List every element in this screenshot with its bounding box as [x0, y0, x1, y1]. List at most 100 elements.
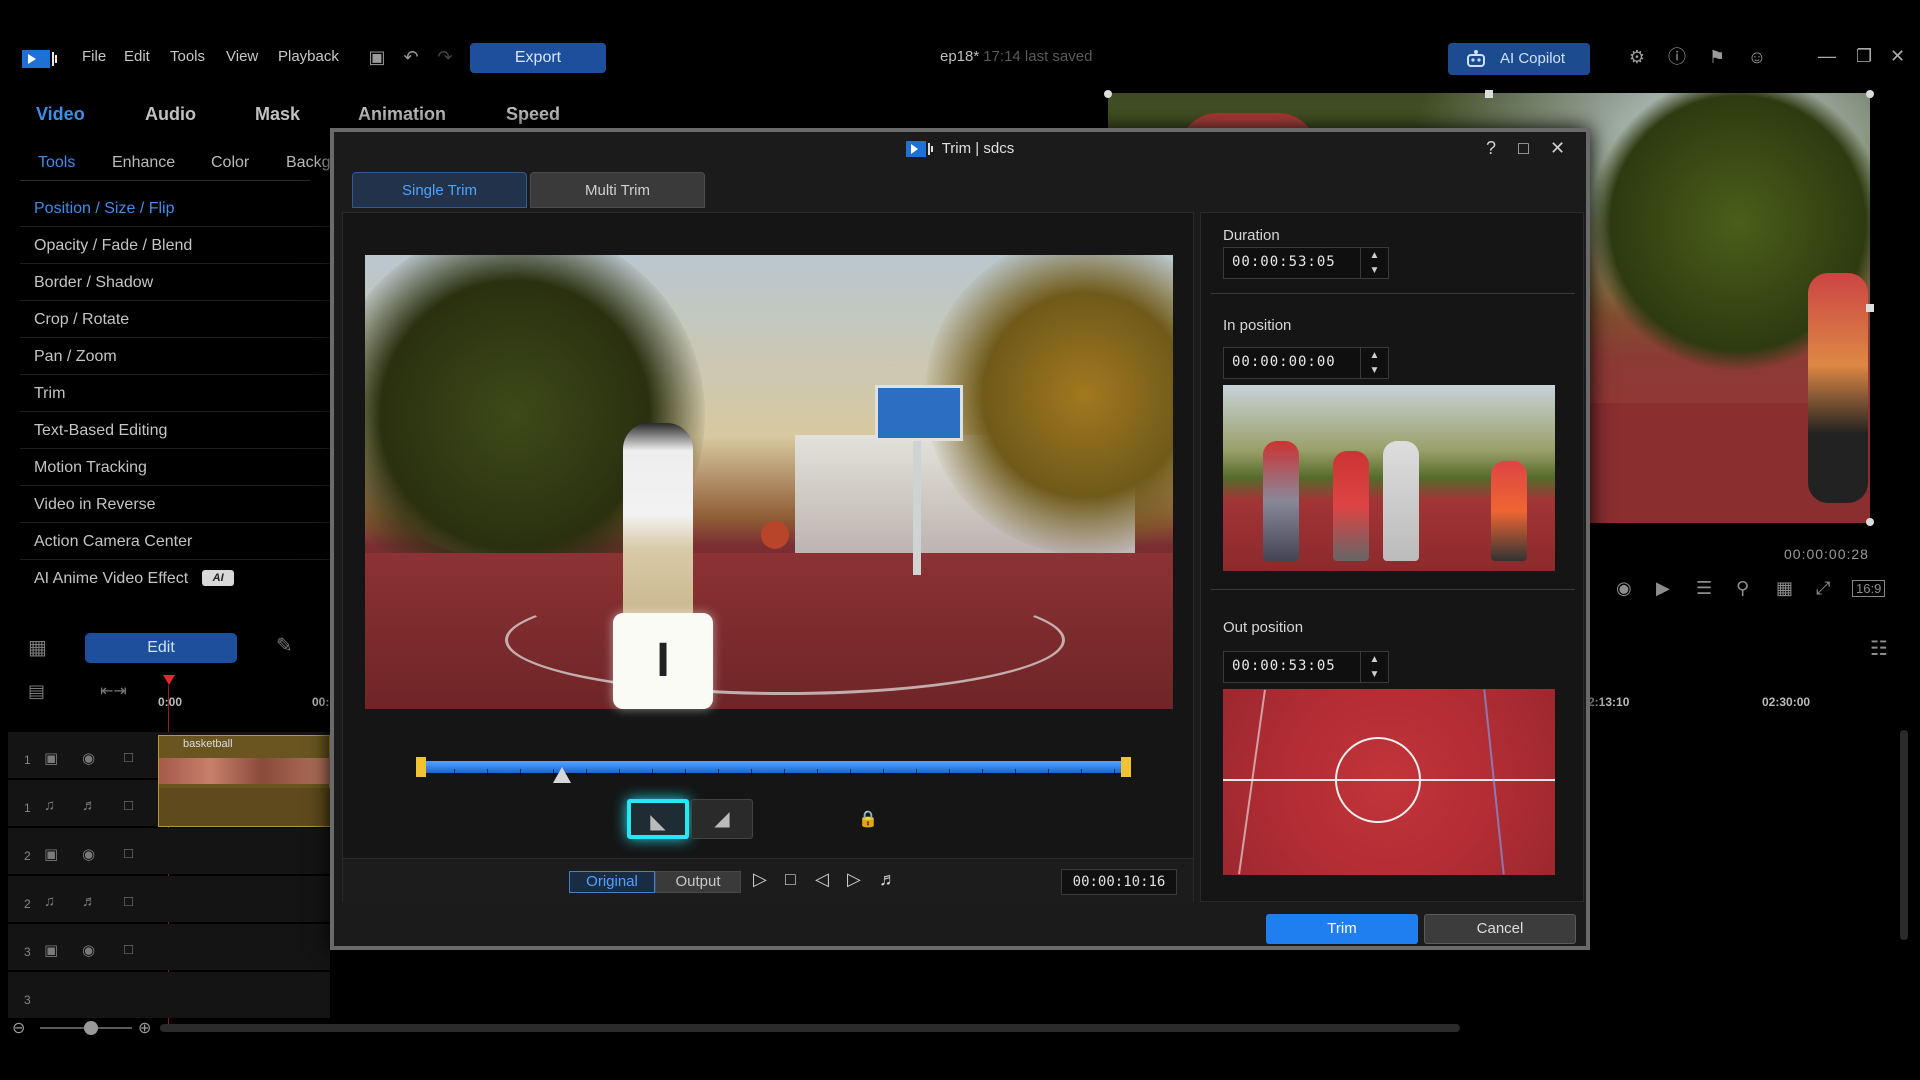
trim-playhead[interactable]	[553, 767, 571, 783]
edit-button[interactable]: Edit	[85, 633, 237, 663]
cancel-button[interactable]: Cancel	[1424, 914, 1576, 944]
track-manager-icon[interactable]: ▤	[28, 681, 45, 702]
trim-out-handle[interactable]	[1121, 757, 1131, 777]
lock-icon[interactable]: □	[124, 893, 133, 910]
view-output-button[interactable]: Output	[655, 871, 741, 893]
library-icon[interactable]: ▦	[28, 635, 47, 660]
eye-icon[interactable]: ◉	[82, 749, 95, 767]
play-icon[interactable]: ▷	[753, 869, 767, 890]
stop-icon[interactable]: □	[785, 869, 796, 890]
selection-handle[interactable]	[1485, 90, 1493, 98]
timeline-playhead[interactable]	[163, 675, 175, 685]
account-icon[interactable]: ☺	[1746, 46, 1768, 68]
tool-ai-anime-video-effect[interactable]: AI Anime Video Effect AI	[34, 570, 235, 588]
tab-mask[interactable]: Mask	[255, 104, 300, 125]
menu-playback[interactable]: Playback	[278, 48, 339, 65]
zoom-in-icon[interactable]: ⊕	[138, 1018, 151, 1038]
tool-text-based-editing[interactable]: Text-Based Editing	[34, 422, 167, 440]
lock-icon[interactable]: □	[124, 845, 133, 862]
trim-slider-track[interactable]	[421, 761, 1126, 775]
tool-video-in-reverse[interactable]: Video in Reverse	[34, 496, 156, 514]
tool-trim[interactable]: Trim	[34, 385, 65, 403]
lock-icon[interactable]: □	[124, 941, 133, 958]
tab-video[interactable]: Video	[36, 104, 85, 125]
eye-icon[interactable]: ◉	[82, 941, 95, 959]
next-frame-icon[interactable]: ▷	[847, 869, 861, 890]
subtab-enhance[interactable]: Enhance	[112, 154, 175, 172]
speaker-icon[interactable]: ♬	[82, 893, 97, 910]
in-position-field[interactable]: 00:00:00:00 ▲ ▼	[1223, 347, 1389, 379]
fit-timeline-icon[interactable]: ⇤⇥	[100, 681, 127, 701]
selection-handle[interactable]	[1866, 518, 1874, 526]
dialog-help-icon[interactable]: ?	[1486, 138, 1496, 159]
notification-icon[interactable]: ⚑	[1706, 46, 1728, 68]
speaker-icon[interactable]: ♬	[82, 797, 97, 814]
trim-video-preview[interactable]	[365, 255, 1173, 709]
current-timecode[interactable]: 00:00:10:16	[1061, 869, 1177, 895]
playback-mode-icon[interactable]: ▶	[1656, 578, 1670, 599]
tool-position-size-flip[interactable]: Position / Size / Flip	[34, 200, 175, 218]
tool-opacity-fade-blend[interactable]: Opacity / Fade / Blend	[34, 237, 192, 255]
layout-icon[interactable]: ▦	[1776, 578, 1793, 599]
tool-motion-tracking[interactable]: Motion Tracking	[34, 459, 147, 477]
zoom-preview-icon[interactable]: ⚲	[1736, 578, 1749, 599]
trim-button[interactable]: Trim	[1266, 914, 1418, 944]
volume-icon[interactable]: ♬	[879, 869, 897, 890]
timeline-settings-icon[interactable]: ☷	[1870, 636, 1888, 661]
out-position-field[interactable]: 00:00:53:05 ▲ ▼	[1223, 651, 1389, 683]
minimize-icon[interactable]: —	[1818, 46, 1836, 67]
tab-animation[interactable]: Animation	[358, 104, 446, 125]
menu-view[interactable]: View	[226, 48, 258, 65]
dialog-close-icon[interactable]: ✕	[1550, 138, 1565, 159]
eye-icon[interactable]: ◉	[82, 845, 95, 863]
selection-handle[interactable]	[1866, 90, 1874, 98]
mark-in-button[interactable]: ◣	[627, 799, 689, 839]
tab-single-trim[interactable]: Single Trim	[352, 172, 527, 208]
lock-icon[interactable]: □	[124, 797, 133, 814]
save-icon[interactable]: ▣	[366, 46, 388, 68]
export-button[interactable]: Export	[470, 43, 606, 73]
menu-tools[interactable]: Tools	[170, 48, 205, 65]
tab-multi-trim[interactable]: Multi Trim	[530, 172, 705, 208]
tool-action-camera-center[interactable]: Action Camera Center	[34, 533, 192, 551]
menu-file[interactable]: File	[82, 48, 106, 65]
tool-crop-rotate[interactable]: Crop / Rotate	[34, 311, 129, 329]
view-original-button[interactable]: Original	[569, 871, 655, 893]
tab-speed[interactable]: Speed	[506, 104, 560, 125]
zoom-out-icon[interactable]: ⊖	[12, 1018, 25, 1038]
redo-icon[interactable]: ↷	[434, 46, 456, 68]
help-icon[interactable]: ⓘ	[1666, 46, 1688, 68]
duration-stepper[interactable]: ▲ ▼	[1360, 248, 1388, 278]
menu-edit[interactable]: Edit	[124, 48, 150, 65]
out-position-stepper[interactable]: ▲ ▼	[1360, 652, 1388, 682]
dialog-maximize-icon[interactable]: □	[1518, 138, 1529, 159]
lock-icon[interactable]: 🔒	[858, 809, 878, 829]
selection-handle[interactable]	[1866, 304, 1874, 312]
aspect-ratio-button[interactable]: 16:9	[1852, 580, 1886, 597]
close-app-icon[interactable]: ✕	[1890, 46, 1905, 67]
lock-icon[interactable]: □	[124, 749, 133, 766]
timeline-clip[interactable]: basketball	[158, 735, 331, 827]
trim-in-handle[interactable]	[416, 757, 426, 777]
tool-pan-zoom[interactable]: Pan / Zoom	[34, 348, 117, 366]
mark-out-button[interactable]: ◢	[691, 799, 753, 839]
duration-field[interactable]: 00:00:53:05 ▲ ▼	[1223, 247, 1389, 279]
restore-icon[interactable]: ❐	[1856, 46, 1872, 67]
undo-icon[interactable]: ↶	[400, 46, 422, 68]
subtitle-icon[interactable]: ☰	[1696, 578, 1712, 599]
subtab-background[interactable]: Backg	[286, 154, 330, 172]
pen-icon[interactable]: ✎	[276, 633, 293, 658]
tab-audio[interactable]: Audio	[145, 104, 196, 125]
previous-frame-icon[interactable]: ◁	[815, 869, 829, 890]
in-position-stepper[interactable]: ▲ ▼	[1360, 348, 1388, 378]
horizontal-scrollbar[interactable]	[160, 1024, 1460, 1032]
snapshot-icon[interactable]: ◉	[1616, 578, 1632, 599]
vertical-scrollbar[interactable]	[1900, 730, 1908, 940]
subtab-color[interactable]: Color	[211, 154, 249, 172]
ai-copilot-button[interactable]: AI Copilot	[1448, 43, 1590, 75]
subtab-tools[interactable]: Tools	[38, 154, 75, 172]
zoom-slider-knob[interactable]	[84, 1021, 98, 1035]
fullscreen-icon[interactable]: ⤢	[1816, 578, 1830, 599]
selection-handle[interactable]	[1104, 90, 1112, 98]
tool-border-shadow[interactable]: Border / Shadow	[34, 274, 153, 292]
